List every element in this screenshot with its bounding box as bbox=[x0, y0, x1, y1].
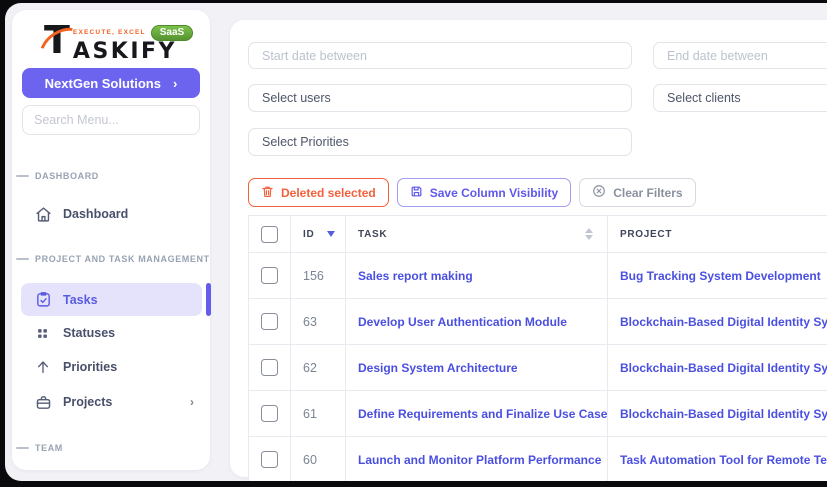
app-window: T EXECUTE, EXCEL SaaS ASKIFY NextGen Sol… bbox=[5, 3, 827, 481]
main-content: Select users Select clients Select Prior… bbox=[230, 20, 827, 477]
task-id: 60 bbox=[291, 437, 346, 481]
table-row: 156 Sales report making Bug Tracking Sys… bbox=[249, 252, 827, 298]
arrow-up-icon bbox=[35, 359, 52, 376]
logo-letter-t: T bbox=[44, 20, 70, 60]
start-date-filter-input[interactable] bbox=[248, 42, 632, 69]
logo-wordmark: ASKIFY bbox=[73, 40, 193, 64]
briefcase-icon bbox=[35, 394, 52, 411]
table-toolbar: Deleted selected Save Column Visibility … bbox=[248, 178, 696, 207]
select-clients-dropdown[interactable]: Select clients bbox=[653, 84, 827, 112]
save-column-visibility-button[interactable]: Save Column Visibility bbox=[397, 178, 571, 207]
column-header-task[interactable]: TASK bbox=[346, 216, 608, 252]
table-row: 63 Develop User Authentication Module Bl… bbox=[249, 298, 827, 344]
table-header-row: ID TASK PROJECT bbox=[249, 216, 827, 252]
chevron-right-icon: › bbox=[190, 395, 194, 409]
grid-icon bbox=[35, 325, 52, 342]
x-circle-icon bbox=[592, 184, 606, 201]
task-link[interactable]: Launch and Monitor Platform Performance bbox=[358, 453, 601, 467]
task-link[interactable]: Sales report making bbox=[358, 269, 473, 283]
row-checkbox[interactable] bbox=[261, 267, 278, 284]
column-header-project[interactable]: PROJECT bbox=[608, 216, 827, 252]
sort-desc-icon bbox=[327, 231, 335, 237]
save-icon bbox=[410, 185, 423, 201]
section-dash-icon bbox=[16, 175, 29, 177]
section-project-task-management: PROJECT AND TASK MANAGEMENT bbox=[12, 252, 210, 266]
table-row: 60 Launch and Monitor Platform Performan… bbox=[249, 436, 827, 481]
clear-filters-button[interactable]: Clear Filters bbox=[579, 178, 695, 207]
task-link[interactable]: Design System Architecture bbox=[358, 361, 518, 375]
workspace-button[interactable]: NextGen Solutions › bbox=[22, 68, 200, 98]
task-id: 62 bbox=[291, 345, 346, 390]
tasks-icon bbox=[35, 291, 52, 308]
sidebar-item-tasks[interactable]: Tasks bbox=[21, 283, 202, 316]
task-id: 156 bbox=[291, 253, 346, 298]
end-date-filter-input[interactable] bbox=[653, 42, 827, 69]
section-dash-icon bbox=[16, 447, 29, 449]
project-link[interactable]: Bug Tracking System Development bbox=[620, 269, 821, 283]
sidebar-item-priorities[interactable]: Priorities bbox=[12, 352, 210, 382]
table-row: 62 Design System Architecture Blockchain… bbox=[249, 344, 827, 390]
project-link[interactable]: Task Automation Tool for Remote Teams bbox=[620, 453, 827, 467]
project-link[interactable]: Blockchain-Based Digital Identity System bbox=[620, 315, 827, 329]
section-dash-icon bbox=[16, 258, 29, 260]
tasks-table: ID TASK PROJECT 156 Sales report making bbox=[248, 215, 827, 481]
row-checkbox[interactable] bbox=[261, 359, 278, 376]
sort-icon bbox=[585, 228, 593, 240]
sidebar-item-statuses[interactable]: Statuses bbox=[12, 318, 210, 348]
menu-search-input[interactable] bbox=[22, 105, 200, 135]
section-team: TEAM bbox=[12, 441, 210, 455]
task-link[interactable]: Develop User Authentication Module bbox=[358, 315, 567, 329]
row-checkbox[interactable] bbox=[261, 451, 278, 468]
chevron-right-icon: › bbox=[173, 76, 177, 91]
sidebar-item-projects[interactable]: Projects › bbox=[12, 387, 210, 417]
sidebar-item-dashboard[interactable]: Dashboard bbox=[12, 199, 210, 229]
row-checkbox[interactable] bbox=[261, 405, 278, 422]
trash-icon bbox=[261, 185, 274, 201]
section-dashboard: DASHBOARD bbox=[12, 169, 210, 183]
select-priorities-dropdown[interactable]: Select Priorities bbox=[248, 128, 632, 156]
active-item-indicator bbox=[206, 283, 211, 316]
task-link[interactable]: Define Requirements and Finalize Use Cas… bbox=[358, 407, 608, 421]
row-checkbox[interactable] bbox=[261, 313, 278, 330]
screen-frame: T EXECUTE, EXCEL SaaS ASKIFY NextGen Sol… bbox=[0, 0, 827, 487]
table-row: 61 Define Requirements and Finalize Use … bbox=[249, 390, 827, 436]
delete-selected-button[interactable]: Deleted selected bbox=[248, 178, 389, 207]
home-icon bbox=[35, 206, 52, 223]
project-link[interactable]: Blockchain-Based Digital Identity System bbox=[620, 361, 827, 375]
select-all-checkbox[interactable] bbox=[261, 226, 278, 243]
workspace-button-label: NextGen Solutions bbox=[45, 76, 161, 91]
task-id: 63 bbox=[291, 299, 346, 344]
sidebar: T EXECUTE, EXCEL SaaS ASKIFY NextGen Sol… bbox=[12, 10, 210, 470]
column-header-id[interactable]: ID bbox=[291, 216, 346, 252]
project-link[interactable]: Blockchain-Based Digital Identity System bbox=[620, 407, 827, 421]
select-users-dropdown[interactable]: Select users bbox=[248, 84, 632, 112]
taskify-logo: T EXECUTE, EXCEL SaaS ASKIFY bbox=[44, 20, 193, 64]
task-id: 61 bbox=[291, 391, 346, 436]
